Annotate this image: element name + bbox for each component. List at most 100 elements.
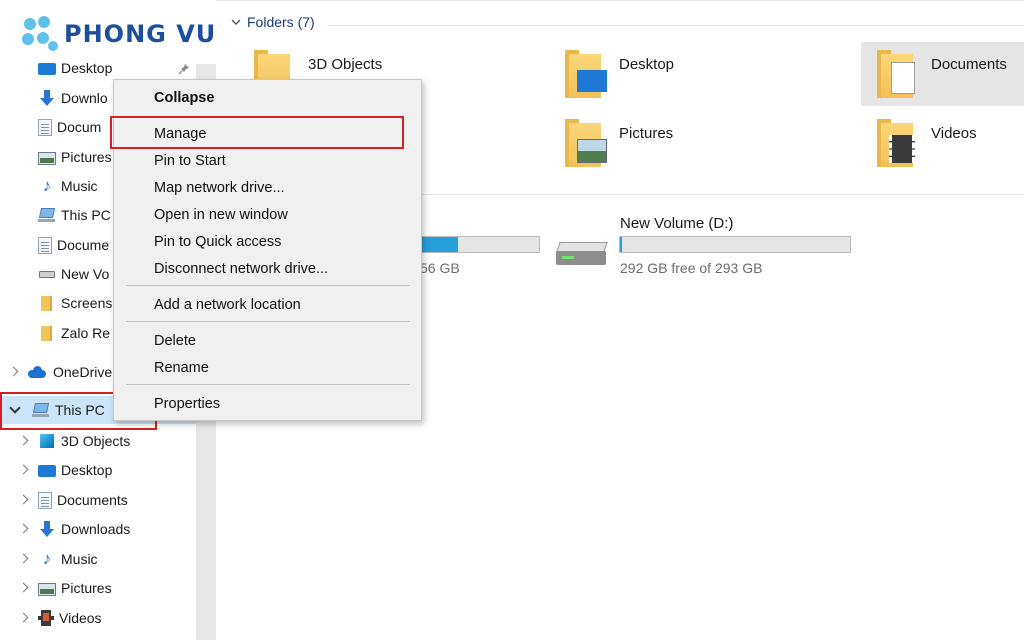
menu-item-add-network-location[interactable]: Add a network location xyxy=(154,297,301,313)
chevron-right-icon[interactable] xyxy=(18,463,32,477)
nav-item-downloads-pc[interactable]: Downloads xyxy=(18,515,130,543)
hard-drive-icon xyxy=(556,240,608,268)
nav-item-label: Screens xyxy=(61,295,113,311)
folder-tile-desktop[interactable]: Desktop xyxy=(561,48,831,108)
music-icon: ♪ xyxy=(42,176,52,195)
folders-section-header[interactable]: Folders (7) xyxy=(230,14,315,30)
document-icon xyxy=(38,118,52,136)
logo-mark-icon xyxy=(22,16,58,51)
chevron-right-icon[interactable] xyxy=(18,522,32,536)
drive-d-usage-fill xyxy=(620,237,623,252)
download-icon xyxy=(38,89,56,107)
menu-item-rename[interactable]: Rename xyxy=(154,360,209,376)
folder-tile-documents[interactable]: Documents xyxy=(861,42,1024,106)
drive-icon xyxy=(38,265,56,283)
download-icon xyxy=(38,520,56,538)
menu-item-collapse[interactable]: Collapse xyxy=(154,90,214,106)
menu-item-map-network-drive[interactable]: Map network drive... xyxy=(154,180,285,196)
folder-label: Desktop xyxy=(619,56,675,73)
pin-icon xyxy=(178,64,189,75)
menu-separator xyxy=(126,285,410,286)
nav-item-music[interactable]: ♪ Music xyxy=(38,172,98,200)
nav-item-documents-2[interactable]: Docume xyxy=(38,231,109,259)
nav-item-desktop[interactable]: Desktop xyxy=(38,54,112,82)
content-top-divider xyxy=(216,0,1024,1)
nav-item-label: Videos xyxy=(59,610,102,626)
chevron-right-icon[interactable] xyxy=(18,581,32,595)
nav-item-videos-pc[interactable]: Videos xyxy=(18,604,102,632)
folder-icon xyxy=(561,117,607,169)
nav-item-label: Music xyxy=(61,551,98,567)
drive-d-usage-bar xyxy=(619,236,851,253)
nav-item-label: Docum xyxy=(57,119,102,135)
nav-item-new-volume[interactable]: New Vo xyxy=(38,260,109,288)
folders-header-label: Folders (7) xyxy=(247,14,315,30)
nav-item-pictures[interactable]: Pictures xyxy=(38,143,112,171)
nav-item-pictures-pc[interactable]: Pictures xyxy=(18,574,112,602)
chevron-right-icon[interactable] xyxy=(18,434,32,448)
nav-item-label: This PC xyxy=(61,207,111,223)
chevron-right-icon[interactable] xyxy=(18,493,32,507)
logo-text: PHONG VU xyxy=(64,20,217,48)
desktop-icon xyxy=(38,465,56,477)
pictures-icon xyxy=(38,582,56,596)
menu-item-pin-to-start[interactable]: Pin to Start xyxy=(154,153,226,169)
menu-item-delete[interactable]: Delete xyxy=(154,333,196,349)
menu-item-properties[interactable]: Properties xyxy=(154,396,220,412)
folder-icon xyxy=(38,294,56,312)
folder-tile-videos[interactable]: Videos xyxy=(873,117,1023,177)
folder-label: Videos xyxy=(931,125,977,142)
folder-icon xyxy=(561,48,607,100)
document-icon xyxy=(38,236,52,254)
nav-item-onedrive[interactable]: OneDrive xyxy=(8,358,112,386)
onedrive-icon xyxy=(28,363,48,381)
menu-separator xyxy=(126,321,410,322)
nav-item-documents-pc[interactable]: Documents xyxy=(18,486,128,514)
nav-item-label: Desktop xyxy=(61,462,113,478)
menu-item-disconnect-network-drive[interactable]: Disconnect network drive... xyxy=(154,261,328,277)
nav-item-label: Pictures xyxy=(61,149,112,165)
nav-item-zalo[interactable]: Zalo Re xyxy=(38,319,110,347)
manage-highlight-box xyxy=(110,116,404,149)
videos-icon xyxy=(38,610,54,626)
folder-icon xyxy=(873,117,919,169)
phong-vu-logo: PHONG VU xyxy=(20,14,230,54)
nav-item-label: Downlo xyxy=(61,90,108,106)
computer-icon xyxy=(38,206,56,224)
nav-item-label: Pictures xyxy=(61,580,112,596)
nav-item-screenshots[interactable]: Screens xyxy=(38,289,112,317)
nav-item-label: 3D Objects xyxy=(61,433,131,449)
nav-item-label: Zalo Re xyxy=(61,325,111,341)
nav-item-label: Downloads xyxy=(61,521,131,537)
music-icon: ♪ xyxy=(42,549,52,568)
nav-item-label: Desktop xyxy=(61,60,113,76)
nav-item-desktop-pc[interactable]: Desktop xyxy=(18,456,112,484)
folder-icon xyxy=(38,324,56,342)
section-divider xyxy=(327,25,1024,26)
nav-item-3d-objects[interactable]: 3D Objects xyxy=(18,427,130,455)
chevron-right-icon[interactable] xyxy=(18,611,32,625)
desktop-icon xyxy=(38,63,56,75)
chevron-right-icon[interactable] xyxy=(8,365,22,379)
nav-item-music-pc[interactable]: ♪ Music xyxy=(18,545,98,573)
nav-item-downloads[interactable]: Downlo xyxy=(38,84,108,112)
menu-item-open-new-window[interactable]: Open in new window xyxy=(154,207,288,223)
menu-item-pin-quick-access[interactable]: Pin to Quick access xyxy=(154,234,281,250)
menu-separator xyxy=(126,384,410,385)
3d-objects-icon xyxy=(38,432,56,450)
folder-label: Documents xyxy=(931,56,1007,73)
nav-item-label: Documents xyxy=(57,492,128,508)
nav-item-label: OneDrive xyxy=(53,364,113,380)
chevron-down-icon[interactable] xyxy=(230,16,242,28)
nav-item-label: Docume xyxy=(57,237,110,253)
nav-item-this-pc-quick[interactable]: This PC xyxy=(38,201,111,229)
nav-item-documents[interactable]: Docum xyxy=(38,113,101,141)
folder-icon xyxy=(873,48,919,100)
folder-tile-pictures[interactable]: Pictures xyxy=(561,117,831,177)
nav-item-label: Music xyxy=(61,178,98,194)
chevron-right-icon[interactable] xyxy=(18,552,32,566)
drive-d-label[interactable]: New Volume (D:) xyxy=(620,215,733,232)
nav-item-label: New Vo xyxy=(61,266,110,282)
document-icon xyxy=(38,491,52,509)
drive-d-free-text: 292 GB free of 293 GB xyxy=(620,260,763,276)
